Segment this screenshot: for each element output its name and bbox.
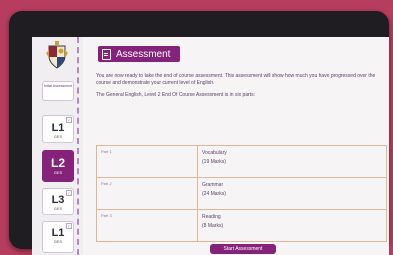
part-label: Part 3 — [96, 209, 198, 242]
part-name: Reading — [202, 214, 221, 220]
sidebar-item-sublabel: GES — [53, 239, 63, 244]
completed-icon: ✓ — [66, 117, 72, 123]
sidebar-item-l2-ges[interactable]: L2 GES — [42, 150, 74, 182]
start-assessment-button[interactable]: Start Assessment — [210, 244, 276, 254]
intro-paragraph: You are now ready to take the end of cou… — [96, 73, 376, 86]
part-label: Part 2 — [96, 177, 198, 210]
document-icon — [102, 48, 111, 60]
assessment-parts-table: Part 1 Vocabulary (19 Marks) Part 2 Gram… — [96, 145, 387, 242]
part-detail: Vocabulary (19 Marks) — [197, 145, 387, 178]
crest-logo-icon — [46, 41, 68, 69]
sidebar-item-label: Initial Assessment — [43, 84, 72, 88]
part-detail: Reading (8 Marks) — [197, 209, 387, 242]
sidebar-item-l3-ges[interactable]: ✓ L3 GES — [42, 188, 74, 215]
table-row: Part 3 Reading (8 Marks) — [96, 209, 387, 242]
intro-parts-line: The General English, Level 2 End Of Cour… — [96, 92, 255, 98]
completed-icon: ✓ — [66, 223, 72, 229]
table-row: Part 2 Grammar (24 Marks) — [96, 177, 387, 210]
part-label: Part 1 — [96, 145, 198, 178]
part-marks: (24 Marks) — [202, 191, 226, 197]
page-title: Assessment — [98, 46, 181, 62]
sidebar-item-sublabel: GES — [53, 206, 63, 211]
course-sidebar: Initial Assessment ✓ L1 GES L2 GES ✓ L3 … — [32, 37, 83, 255]
sidebar-item-sublabel: GES — [53, 170, 63, 175]
sidebar-item-l1-ges[interactable]: ✓ L1 GES — [42, 115, 74, 143]
sidebar-item-label: L2 — [50, 156, 65, 170]
completed-icon: ✓ — [66, 190, 72, 196]
table-row: Part 1 Vocabulary (19 Marks) — [96, 145, 387, 178]
sidebar-item-l1-ges-next[interactable]: ✓ L1 GES — [42, 221, 74, 253]
sidebar-divider — [77, 37, 79, 255]
sidebar-item-sublabel: GES — [53, 134, 63, 139]
part-name: Vocabulary — [202, 150, 227, 156]
sidebar-item-initial-assessment[interactable]: Initial Assessment — [42, 81, 74, 101]
part-name: Grammar — [202, 182, 224, 188]
page-title-text: Assessment — [116, 48, 171, 60]
tablet-frame: Initial Assessment ✓ L1 GES L2 GES ✓ L3 … — [9, 11, 389, 255]
intro-text: You are now ready to take the end of cou… — [96, 73, 386, 104]
part-marks: (8 Marks) — [202, 223, 224, 229]
part-marks: (19 Marks) — [202, 159, 226, 165]
app-screen: Initial Assessment ✓ L1 GES L2 GES ✓ L3 … — [32, 37, 389, 255]
part-detail: Grammar (24 Marks) — [197, 177, 387, 210]
